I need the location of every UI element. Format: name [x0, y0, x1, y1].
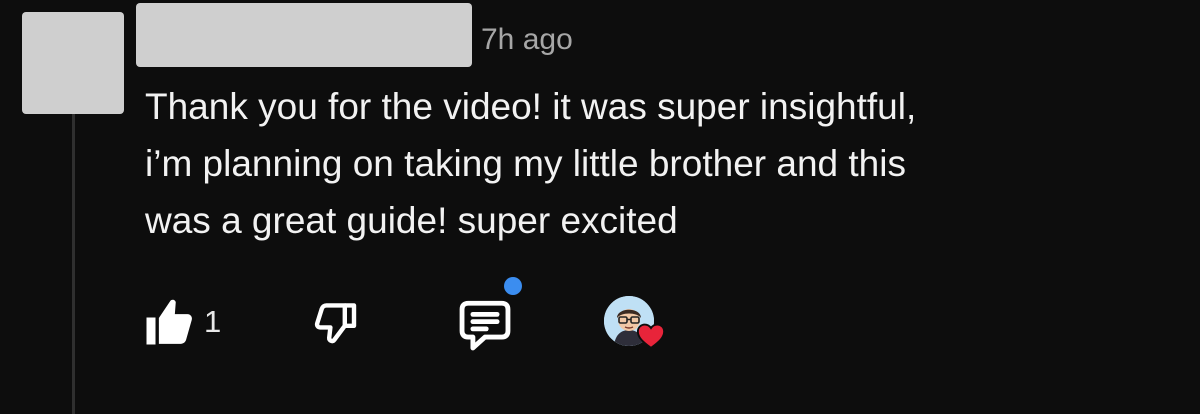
comment-body: Thank you for the video! it was super in… — [145, 78, 1105, 249]
thread-line — [72, 114, 75, 414]
like-count: 1 — [204, 304, 222, 339]
comment-body-line: was a great guide! super excited — [145, 200, 678, 241]
notification-dot — [504, 277, 522, 295]
comment-timestamp[interactable]: 7h ago — [481, 20, 573, 60]
thumbs-down-icon[interactable] — [312, 298, 360, 348]
reply-icon[interactable] — [456, 296, 514, 354]
comment: 7h ago Thank you for the video! it was s… — [0, 0, 1200, 414]
comment-actions: 1 — [0, 277, 1200, 354]
commenter-avatar-redacted[interactable] — [22, 12, 124, 114]
heart-icon — [636, 323, 666, 350]
commenter-username-redacted[interactable] — [136, 3, 472, 67]
comment-body-line: Thank you for the video! it was super in… — [145, 86, 917, 127]
thumbs-up-icon[interactable] — [142, 294, 196, 350]
comment-body-line: i’m planning on taking my little brother… — [145, 143, 906, 184]
